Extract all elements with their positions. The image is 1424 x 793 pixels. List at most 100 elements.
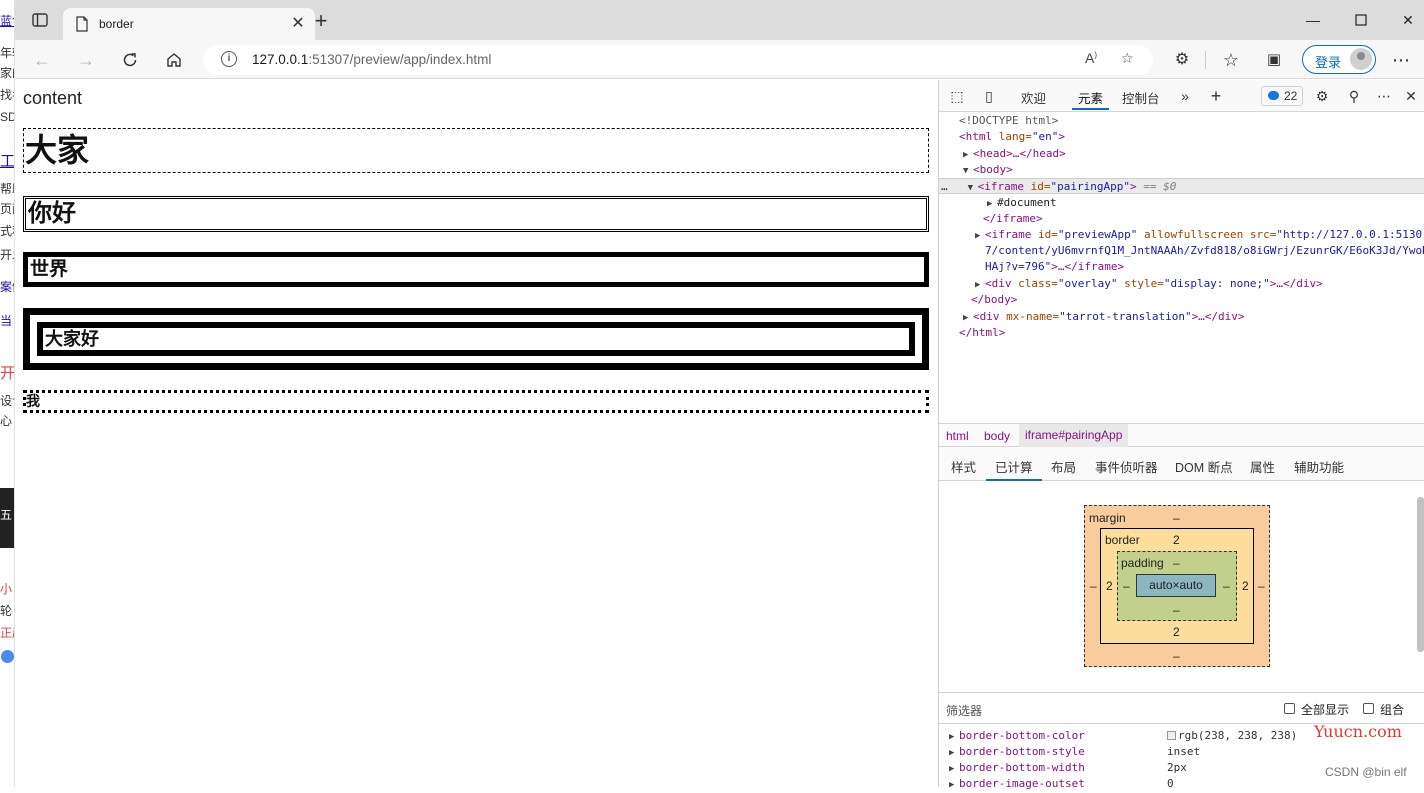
- tab-elements[interactable]: 元素: [1071, 88, 1110, 110]
- bg-text: 开发: [0, 365, 15, 382]
- tab-actions-icon[interactable]: [29, 9, 51, 31]
- dom-node[interactable]: ▶ <div class="overlay" style="display: no…: [939, 276, 1424, 292]
- bg-text: 五: [0, 508, 13, 522]
- nested-border-box: 大家好: [23, 308, 929, 370]
- bg-text: 蓝色: [0, 14, 14, 28]
- refresh-icon[interactable]: [119, 49, 141, 71]
- dom-node[interactable]: <html lang="en">: [939, 129, 1424, 145]
- computed-property-row[interactable]: ▶ border-bottom-style inset: [949, 744, 1200, 760]
- maximize-icon[interactable]: [1351, 10, 1371, 30]
- close-tab-icon[interactable]: ✕: [289, 15, 307, 33]
- dom-node[interactable]: ▶ <iframe id="previewApp" allowfullscreen…: [939, 227, 1424, 243]
- tab-styles[interactable]: 样式: [951, 457, 976, 476]
- color-swatch[interactable]: [1167, 731, 1176, 740]
- show-all-checkbox[interactable]: [1284, 703, 1295, 714]
- devtools-panel: ⬚ ▯ 欢迎 元素 控制台 » + 22 ⚙ ⚲ ⋯ ✕ <!DOCTYPE h…: [938, 80, 1424, 790]
- close-window-icon[interactable]: ✕: [1398, 10, 1418, 30]
- new-tab-icon[interactable]: +: [311, 10, 331, 32]
- bg-text: 家的: [0, 66, 14, 80]
- padding-label: padding: [1121, 556, 1164, 570]
- dom-node-continuation: HAj?v=796">…</iframe>: [985, 260, 1125, 273]
- bg-text: 设计: [0, 394, 14, 408]
- dom-node-selected[interactable]: … ▼ <iframe id="pairingApp"> == $0: [939, 178, 1424, 194]
- bg-text: 当: [0, 314, 13, 328]
- box-model-content[interactable]: auto×auto: [1136, 574, 1216, 597]
- read-aloud-icon[interactable]: A): [1085, 50, 1097, 66]
- padding-left-value[interactable]: –: [1123, 579, 1130, 593]
- address-bar[interactable]: i 127.0.0.1:51307/preview/app/index.html…: [203, 45, 1153, 75]
- close-devtools-icon[interactable]: ✕: [1402, 87, 1420, 105]
- add-favorite-icon[interactable]: ☆: [1121, 50, 1134, 67]
- dom-node[interactable]: <!DOCTYPE html>: [939, 113, 1424, 129]
- forward-icon[interactable]: →: [75, 49, 97, 71]
- dom-node[interactable]: ▼ <body>: [939, 162, 1424, 178]
- scrollbar-thumb[interactable]: [1417, 497, 1424, 652]
- tab-event-listeners[interactable]: 事件侦听器: [1095, 457, 1158, 476]
- favorites-icon[interactable]: ☆: [1220, 49, 1242, 71]
- device-emulation-icon[interactable]: ▯: [980, 87, 998, 105]
- more-tabs-icon[interactable]: »: [1176, 87, 1194, 105]
- padding-top-value[interactable]: –: [1173, 556, 1180, 570]
- dom-node[interactable]: ▶ <head>…</head>: [939, 146, 1424, 162]
- customize-icon[interactable]: ⚲: [1345, 87, 1363, 105]
- margin-left-value[interactable]: –: [1090, 579, 1097, 593]
- bg-text: 案例: [0, 280, 14, 294]
- dom-node[interactable]: </html>: [939, 325, 1424, 341]
- border-left-value[interactable]: 2: [1106, 579, 1113, 593]
- padding-right-value[interactable]: –: [1223, 579, 1230, 593]
- bg-text: 页面: [0, 202, 14, 216]
- border-right-value[interactable]: 2: [1242, 579, 1249, 593]
- bg-text: 式和: [0, 224, 14, 238]
- breadcrumb-body[interactable]: body: [984, 429, 1010, 443]
- solid-border-box: 世界: [23, 252, 929, 287]
- minimize-icon[interactable]: —: [1303, 10, 1323, 30]
- computed-property-row[interactable]: ▶ border-bottom-width 2px: [949, 760, 1187, 776]
- inspect-icon[interactable]: ⬚: [948, 87, 966, 105]
- breadcrumb-html[interactable]: html: [946, 429, 969, 443]
- dotted-border-box: 我: [23, 390, 929, 413]
- tab-properties[interactable]: 属性: [1250, 457, 1275, 476]
- styles-scrollbar[interactable]: [1416, 485, 1424, 785]
- tab-accessibility[interactable]: 辅助功能: [1294, 457, 1344, 476]
- avatar: [1350, 48, 1372, 70]
- collections-icon[interactable]: ▣: [1263, 49, 1285, 71]
- dom-node[interactable]: ▶ #document: [939, 195, 1424, 211]
- tab-console[interactable]: 控制台: [1122, 88, 1160, 107]
- tab-welcome[interactable]: 欢迎: [1021, 88, 1046, 107]
- url-text[interactable]: 127.0.0.1:51307/preview/app/index.html: [252, 52, 491, 67]
- group-checkbox[interactable]: [1363, 703, 1374, 714]
- padding-bottom-value[interactable]: –: [1173, 603, 1180, 617]
- login-button[interactable]: 登录: [1302, 45, 1376, 74]
- content-label: content: [23, 88, 83, 108]
- margin-top-value[interactable]: –: [1173, 511, 1180, 525]
- settings-icon[interactable]: ⚙: [1313, 87, 1331, 105]
- home-icon[interactable]: [163, 49, 185, 71]
- margin-bottom-value[interactable]: –: [1173, 649, 1180, 663]
- dom-node[interactable]: </iframe>: [939, 211, 1424, 227]
- browser-tab[interactable]: border ✕: [63, 8, 315, 40]
- bg-text: 小: [0, 582, 13, 596]
- more-icon[interactable]: ⋯: [1390, 49, 1412, 71]
- back-icon[interactable]: ←: [31, 49, 53, 71]
- bg-text: 帮助: [0, 182, 14, 196]
- dom-node[interactable]: </body>: [939, 292, 1424, 308]
- more-options-icon[interactable]: ⋯: [1375, 87, 1393, 105]
- tab-computed[interactable]: 已计算: [986, 457, 1041, 481]
- extensions-icon[interactable]: ⚙: [1171, 49, 1193, 71]
- computed-property-row[interactable]: ▶ border-image-outset 0: [949, 776, 1174, 792]
- bg-text: 正起: [0, 626, 14, 640]
- filter-input[interactable]: 筛选器: [946, 702, 982, 719]
- tab-dom-breakpoints[interactable]: DOM 断点: [1175, 457, 1233, 476]
- dom-node[interactable]: ▶ <div mx-name="tarrot-translation">…</di…: [939, 309, 1424, 325]
- info-icon[interactable]: i: [221, 51, 237, 67]
- breadcrumb-iframe[interactable]: iframe#pairingApp: [1019, 424, 1129, 447]
- margin-right-value[interactable]: –: [1258, 579, 1265, 593]
- computed-property-row[interactable]: ▶ border-bottom-color rgb(238, 238, 238): [949, 728, 1297, 744]
- add-tab-icon[interactable]: +: [1207, 87, 1225, 105]
- issues-badge[interactable]: 22: [1261, 86, 1303, 106]
- border-top-value[interactable]: 2: [1173, 533, 1180, 547]
- border-label: border: [1105, 533, 1140, 547]
- border-bottom-value[interactable]: 2: [1173, 625, 1180, 639]
- login-label: 登录: [1315, 55, 1342, 70]
- tab-layout[interactable]: 布局: [1051, 457, 1076, 476]
